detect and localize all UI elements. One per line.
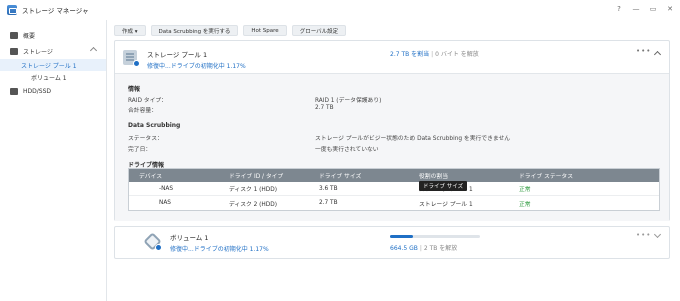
cell-drive-size: 3.6 TB — [319, 185, 338, 192]
title-bar: ストレージ マネージャ ? — ▭ ✕ — [0, 0, 680, 20]
pool-usage: 2.7 TB を割当 | 0 バイト を解放 — [390, 51, 479, 58]
sidebar-item-hdd-ssd[interactable]: HDD/SSD — [0, 83, 106, 99]
volume-card: ボリューム 1 修復中...ドライブの初期化中 1.17% 664.5 GB | 2… — [114, 226, 670, 259]
hot-spare-button[interactable]: Hot Spare — [243, 25, 287, 36]
scrubbing-status-value: ストレージ プールがビジー状態のため Data Scrubbing を実行できま… — [315, 136, 511, 142]
toolbar: 作成 ▾ Data Scrubbing を実行する Hot Spare グローバ… — [114, 25, 347, 36]
volume-name: ボリューム 1 — [170, 234, 209, 242]
col-role[interactable]: 役割の割当 — [419, 171, 519, 180]
cell-drive-id: ディスク 1 (HDD) — [229, 187, 277, 193]
sidebar-item-label: ストレージ プール 1 — [21, 62, 77, 70]
window-controls: ? — ▭ ✕ — [615, 5, 674, 13]
sidebar-item-overview[interactable]: 概要 — [0, 27, 106, 43]
volume-used: 664.5 GB — [390, 245, 418, 252]
sync-badge-icon — [133, 60, 140, 67]
capacity-label: 合計容量： — [128, 108, 157, 114]
col-drive-id[interactable]: ドライブ ID / タイプ — [229, 171, 319, 180]
scrubbing-status-label: ステータス： — [128, 136, 163, 142]
pool-used: 2.7 TB を割当 — [390, 51, 430, 58]
minimize-icon[interactable]: — — [632, 5, 640, 13]
completion-date-label: 完了日： — [128, 147, 152, 153]
storage-pool-icon — [123, 50, 140, 67]
completion-date-value: 一度も実行されていない — [315, 147, 379, 153]
sidebar-item-label: ストレージ — [23, 48, 53, 56]
cell-device: NAS — [159, 200, 171, 206]
volume-free: 2 TB を解放 — [423, 245, 458, 252]
col-drive-size[interactable]: ドライブ サイズ — [319, 171, 419, 180]
drive-table: デバイス ドライブ ID / タイプ ドライブ サイズ 役割の割当 ドライブ ス… — [128, 168, 660, 211]
cell-drive-size: 2.7 TB — [319, 200, 338, 206]
tooltip: ドライブ サイズ — [419, 181, 468, 191]
volume-status: 修復中...ドライブの初期化中 1.17% — [170, 246, 269, 253]
volume-usage-fill — [390, 235, 413, 238]
sidebar-item-storage-pool-1[interactable]: ストレージ プール 1 — [0, 59, 106, 71]
table-row[interactable]: -NAS ディスク 1 (HDD) 3.6 TB ストレージ プール 1 正常 — [129, 182, 659, 196]
volume-usage-bar — [390, 235, 480, 238]
storage-pool-card: ストレージ プール 1 修復中...ドライブの初期化中 1.17% 2.7 TB… — [114, 40, 670, 221]
volume-icon — [143, 232, 162, 251]
help-icon[interactable]: ? — [615, 5, 623, 13]
table-row[interactable]: NAS ディスク 2 (HDD) 2.7 TB ストレージ プール 1 正常 — [129, 196, 659, 210]
col-device[interactable]: デバイス — [129, 171, 229, 180]
chevron-up-icon[interactable] — [89, 46, 98, 55]
sidebar-item-label: HDD/SSD — [23, 87, 52, 95]
overview-icon — [10, 31, 18, 39]
cell-status: 正常 — [519, 201, 531, 208]
close-icon[interactable]: ✕ — [666, 5, 674, 13]
cell-status: 正常 — [519, 187, 531, 193]
window-title: ストレージ マネージャ — [22, 7, 89, 15]
table-header: デバイス ドライブ ID / タイプ ドライブ サイズ 役割の割当 ドライブ ス… — [129, 169, 659, 182]
info-heading: 情報 — [128, 86, 141, 93]
cell-drive-id: ディスク 2 (HDD) — [229, 201, 277, 208]
maximize-icon[interactable]: ▭ — [649, 5, 657, 13]
pool-name: ストレージ プール 1 — [147, 51, 208, 59]
pool-free: 0 バイト を解放 — [435, 51, 479, 58]
cell-role: ストレージ プール 1 — [419, 201, 473, 208]
sidebar: 概要 ストレージ ストレージ プール 1 ボリューム 1 HDD/SSD — [0, 20, 107, 301]
pool-status: 修復中...ドライブの初期化中 1.17% — [147, 63, 246, 70]
more-options-icon[interactable]: ••• — [636, 47, 651, 55]
capacity-value: 2.7 TB — [315, 105, 334, 111]
global-settings-button[interactable]: グローバル設定 — [291, 25, 347, 36]
run-scrubbing-button[interactable]: Data Scrubbing を実行する — [150, 25, 239, 36]
hdd-icon — [10, 87, 18, 95]
storage-icon — [10, 47, 18, 55]
expand-icon[interactable] — [653, 230, 662, 239]
collapse-icon[interactable] — [653, 50, 662, 59]
create-button[interactable]: 作成 ▾ — [114, 25, 146, 36]
raid-type-label: RAID タイプ： — [128, 98, 167, 104]
storage-manager-icon — [7, 5, 17, 15]
sidebar-item-label: ボリューム 1 — [31, 74, 67, 82]
col-drive-status[interactable]: ドライブ ステータス — [519, 171, 619, 180]
more-options-icon[interactable]: ••• — [636, 231, 651, 239]
sidebar-item-storage[interactable]: ストレージ — [0, 43, 106, 59]
scrubbing-heading: Data Scrubbing — [128, 122, 181, 129]
sidebar-item-volume-1[interactable]: ボリューム 1 — [0, 71, 106, 83]
sync-badge-icon — [155, 244, 162, 251]
volume-usage: 664.5 GB | 2 TB を解放 — [390, 245, 458, 252]
sidebar-item-label: 概要 — [23, 32, 36, 40]
cell-device: -NAS — [159, 185, 174, 192]
raid-type-value: RAID 1 (データ保護あり) — [315, 98, 382, 104]
